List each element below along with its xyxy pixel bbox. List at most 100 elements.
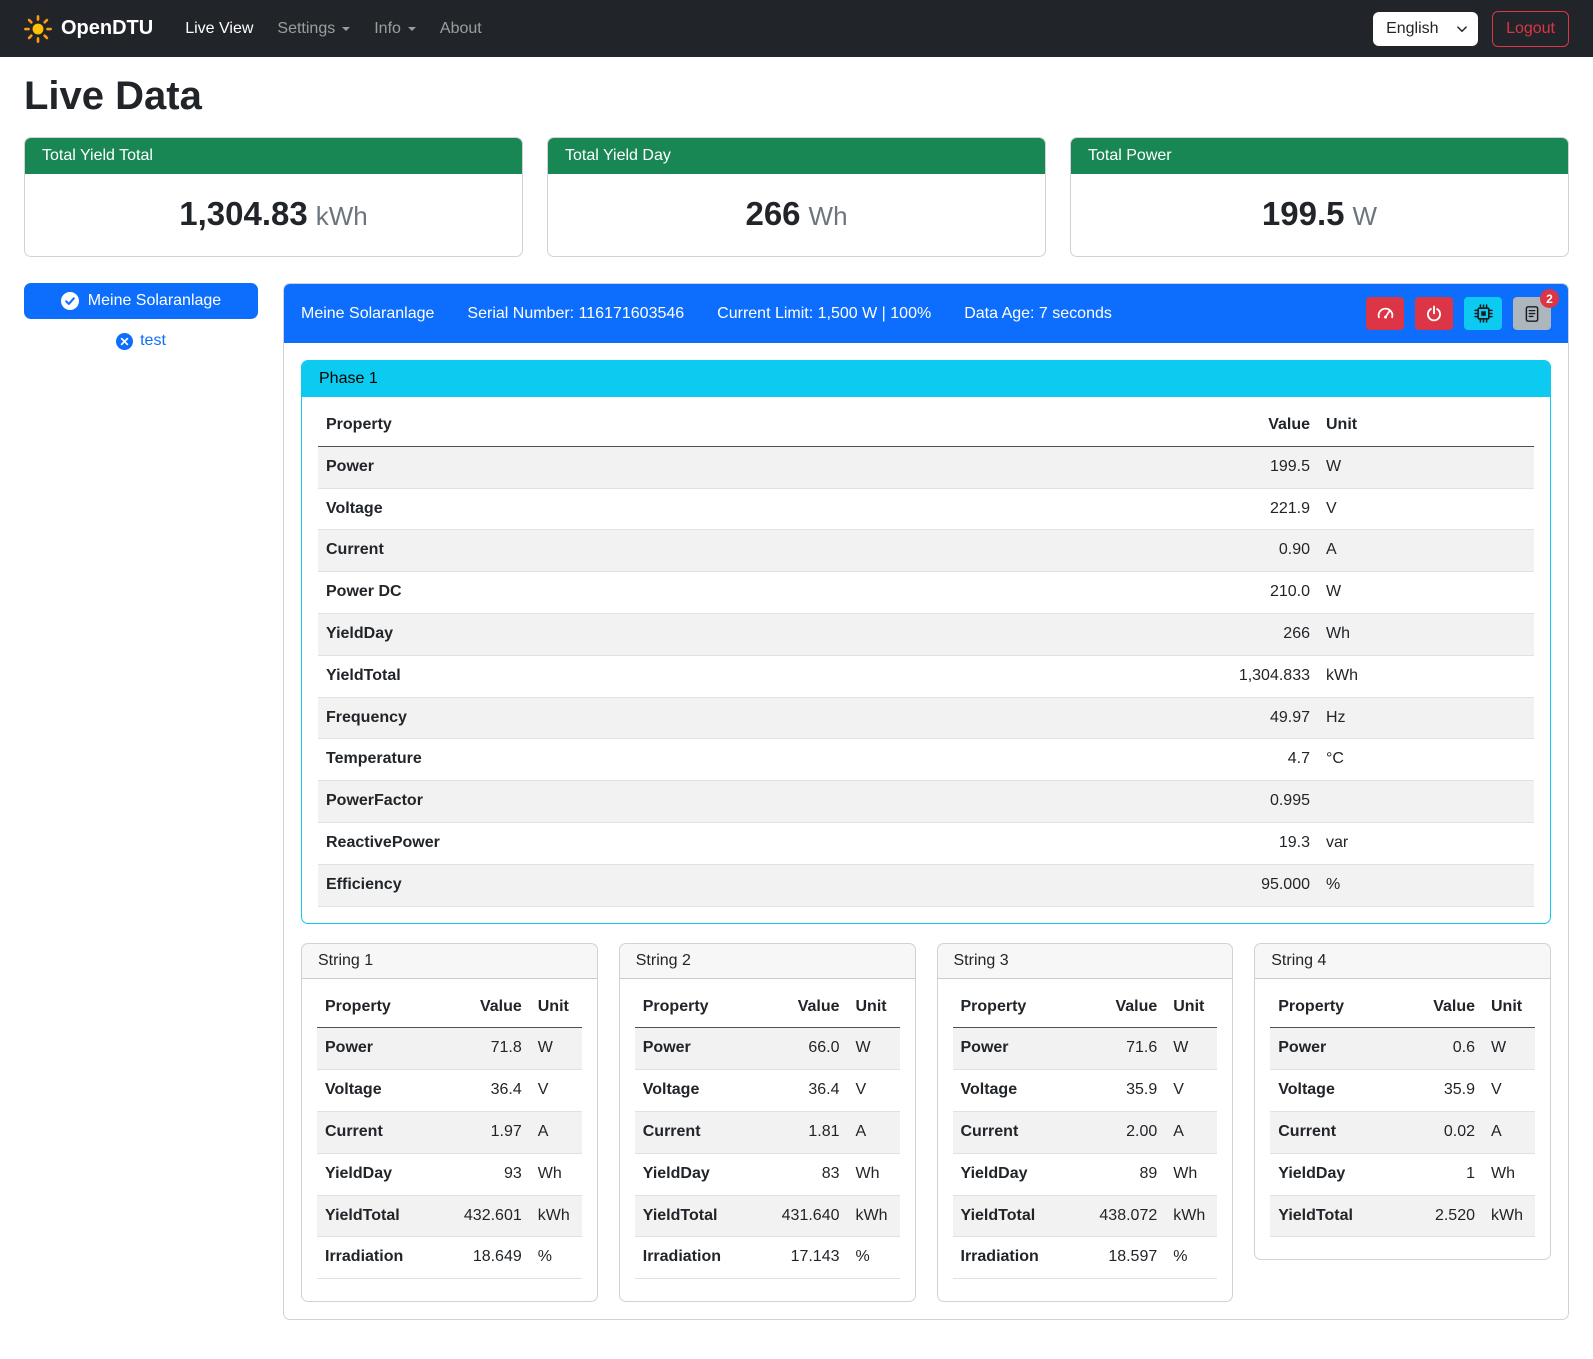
col-property: Property bbox=[953, 987, 1074, 1028]
property-cell: Voltage bbox=[1270, 1070, 1391, 1112]
unit-cell: Wh bbox=[1165, 1153, 1217, 1195]
check-circle-icon bbox=[61, 292, 79, 310]
table-row: Power71.8W bbox=[317, 1028, 582, 1070]
col-unit: Unit bbox=[848, 987, 900, 1028]
table-header-row: Property Value Unit bbox=[318, 405, 1534, 446]
property-cell: Current bbox=[1270, 1111, 1391, 1153]
property-cell: Power bbox=[317, 1028, 438, 1070]
unit-cell: V bbox=[1483, 1070, 1535, 1112]
property-cell: Current bbox=[317, 1111, 438, 1153]
string-card-1: String 1 Property Value Unit bbox=[301, 943, 598, 1303]
string-card-4: String 4 Property Value Unit bbox=[1254, 943, 1551, 1261]
nav-info[interactable]: Info bbox=[366, 12, 424, 46]
table-row: YieldDay266Wh bbox=[318, 613, 1534, 655]
value-cell: 0.995 bbox=[1188, 781, 1318, 823]
unit-cell: kWh bbox=[848, 1195, 900, 1237]
col-property: Property bbox=[317, 987, 438, 1028]
unit-cell: kWh bbox=[530, 1195, 582, 1237]
unit-cell: V bbox=[1165, 1070, 1217, 1112]
inverter-name: Meine Solaranlage bbox=[301, 305, 434, 323]
col-property: Property bbox=[318, 405, 1188, 446]
chevron-down-icon bbox=[408, 27, 416, 31]
card-header: Total Yield Day bbox=[548, 138, 1045, 174]
table-header-row: Property Value Unit bbox=[317, 987, 582, 1028]
phase-card-body: Property Value Unit Power199.5WVoltage22… bbox=[302, 397, 1550, 923]
unit-cell: Wh bbox=[1483, 1153, 1535, 1195]
device-info-button[interactable] bbox=[1464, 297, 1502, 330]
property-cell: YieldTotal bbox=[317, 1195, 438, 1237]
logout-button[interactable]: Logout bbox=[1492, 11, 1569, 47]
inverter-test-label: test bbox=[140, 332, 166, 350]
property-cell: YieldTotal bbox=[953, 1195, 1074, 1237]
unit-cell: % bbox=[848, 1237, 900, 1279]
gauge-icon bbox=[1376, 304, 1395, 323]
brand[interactable]: OpenDTU bbox=[24, 15, 153, 43]
table-row: Irradiation17.143% bbox=[635, 1237, 900, 1279]
unit-cell: W bbox=[1318, 446, 1534, 488]
nav-about[interactable]: About bbox=[432, 12, 490, 46]
unit-cell bbox=[1318, 781, 1534, 823]
property-cell: ReactivePower bbox=[318, 822, 1188, 864]
value-cell: 1,304.833 bbox=[1188, 655, 1318, 697]
string-card-body: Property Value Unit Power71.6WVoltage35.… bbox=[938, 979, 1233, 1302]
unit-cell: W bbox=[1483, 1028, 1535, 1070]
page-container: Live Data Total Yield Total 1,304.83kWh … bbox=[0, 74, 1593, 1348]
value-cell: 93 bbox=[438, 1153, 530, 1195]
unit-cell: kWh bbox=[1318, 655, 1534, 697]
unit-cell: Wh bbox=[848, 1153, 900, 1195]
unit-cell: Wh bbox=[1318, 613, 1534, 655]
value-cell: 17.143 bbox=[756, 1237, 848, 1279]
value-cell: 18.649 bbox=[438, 1237, 530, 1279]
value-cell: 2.00 bbox=[1073, 1111, 1165, 1153]
phase-card: Phase 1 Property Value Unit Power199.5WV… bbox=[301, 360, 1551, 924]
table-row: Current1.81A bbox=[635, 1111, 900, 1153]
string-card-body: Property Value Unit Power66.0WVoltage36.… bbox=[620, 979, 915, 1302]
table-row: YieldDay83Wh bbox=[635, 1153, 900, 1195]
language-select[interactable]: English bbox=[1373, 12, 1478, 46]
unit-cell: kWh bbox=[1165, 1195, 1217, 1237]
string-card-title: String 2 bbox=[620, 944, 915, 979]
table-row: YieldDay1Wh bbox=[1270, 1153, 1535, 1195]
nav-live-view[interactable]: Live View bbox=[177, 12, 261, 46]
event-log-button[interactable]: 2 bbox=[1513, 297, 1551, 330]
cpu-chip-icon bbox=[1474, 304, 1493, 323]
power-icon bbox=[1425, 305, 1443, 323]
inverter-select-test[interactable]: test bbox=[24, 332, 258, 350]
property-cell: Efficiency bbox=[318, 864, 1188, 906]
value-cell: 0.02 bbox=[1391, 1111, 1483, 1153]
content-row: Meine Solaranlage test Meine Solaranlage… bbox=[24, 283, 1569, 1348]
value-cell: 438.072 bbox=[1073, 1195, 1165, 1237]
sun-icon bbox=[24, 15, 52, 43]
col-property: Property bbox=[635, 987, 756, 1028]
inverter-select-active[interactable]: Meine Solaranlage bbox=[24, 283, 258, 319]
value-cell: 35.9 bbox=[1073, 1070, 1165, 1112]
card-value: 199.5 bbox=[1262, 195, 1345, 232]
unit-cell: V bbox=[1318, 488, 1534, 530]
inverter-limit: Current Limit: 1,500 W | 100% bbox=[717, 305, 931, 323]
power-button[interactable] bbox=[1415, 297, 1453, 330]
value-cell: 89 bbox=[1073, 1153, 1165, 1195]
property-cell: Temperature bbox=[318, 739, 1188, 781]
inverter-data-age: Data Age: 7 seconds bbox=[964, 305, 1112, 323]
value-cell: 18.597 bbox=[1073, 1237, 1165, 1279]
property-cell: YieldTotal bbox=[1270, 1195, 1391, 1237]
event-count-badge: 2 bbox=[1540, 289, 1559, 308]
table-row: YieldTotal438.072kWh bbox=[953, 1195, 1218, 1237]
property-cell: PowerFactor bbox=[318, 781, 1188, 823]
property-cell: YieldDay bbox=[635, 1153, 756, 1195]
col-unit: Unit bbox=[530, 987, 582, 1028]
card-value: 1,304.83 bbox=[179, 195, 307, 232]
col-value: Value bbox=[1188, 405, 1318, 446]
property-cell: Current bbox=[318, 530, 1188, 572]
string-card-title: String 1 bbox=[302, 944, 597, 979]
property-cell: Power bbox=[318, 446, 1188, 488]
nav-settings-label: Settings bbox=[277, 20, 335, 38]
nav-settings[interactable]: Settings bbox=[269, 12, 358, 46]
property-cell: Irradiation bbox=[635, 1237, 756, 1279]
limit-settings-button[interactable] bbox=[1366, 297, 1404, 330]
card-value: 266 bbox=[745, 195, 800, 232]
table-header-row: Property Value Unit bbox=[635, 987, 900, 1028]
unit-cell: A bbox=[1318, 530, 1534, 572]
table-row: YieldDay89Wh bbox=[953, 1153, 1218, 1195]
brand-label: OpenDTU bbox=[61, 17, 153, 40]
